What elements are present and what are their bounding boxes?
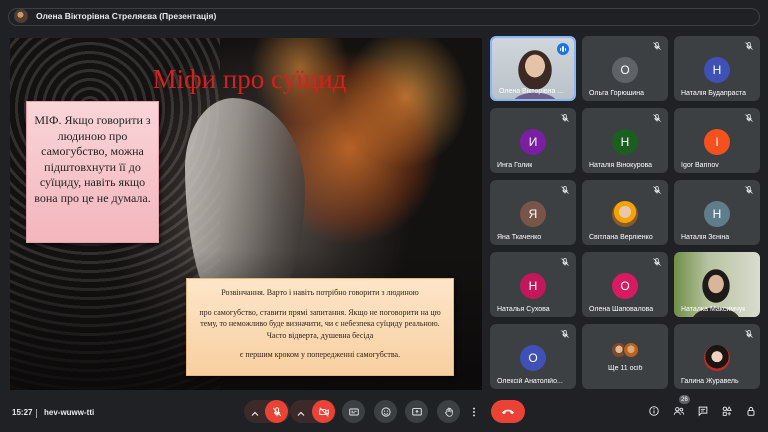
participant-tile[interactable]: Н Наталія Будапраста xyxy=(674,36,760,101)
people-button[interactable] xyxy=(671,403,687,419)
participant-name: Галина Журавель xyxy=(681,378,739,385)
mic-off-icon xyxy=(561,186,569,194)
participant-avatar: О xyxy=(612,57,638,83)
mic-off-icon xyxy=(561,258,569,266)
lock-icon xyxy=(747,407,755,416)
participant-name: Наталія Будапраста xyxy=(681,90,746,97)
mic-off-icon xyxy=(653,114,661,122)
more-vert-icon xyxy=(473,407,475,416)
participant-tile[interactable]: О Олена Шаповалова xyxy=(582,252,668,317)
captions-button[interactable] xyxy=(342,400,365,423)
participant-avatar: О xyxy=(612,273,638,299)
myth-textbox: МІФ. Якщо говорити з людиною про самогуб… xyxy=(26,101,159,243)
camera-toggle-button[interactable] xyxy=(312,400,335,423)
participant-tile[interactable]: Наталка Максимчук xyxy=(674,252,760,317)
people-icon xyxy=(673,407,685,415)
mic-toggle-button[interactable] xyxy=(265,400,288,423)
debunk-textbox: Розвінчання. Варто і навіть потрібно гов… xyxy=(186,278,454,376)
more-participants-label: Ще 11 осіб xyxy=(608,365,643,372)
participant-tile[interactable]: I Igor Barinov xyxy=(674,108,760,173)
more-participants-tile[interactable]: Ще 11 осіб xyxy=(582,324,668,389)
participant-tile[interactable]: Олена Вікторівна ... xyxy=(490,36,576,101)
captions-icon xyxy=(348,408,359,415)
time-separator xyxy=(36,409,37,418)
mic-off-icon xyxy=(745,186,753,194)
participant-tile[interactable]: О Олексій Анатолійо... xyxy=(490,324,576,389)
myth-text: МІФ. Якщо говорити з людиною про самогуб… xyxy=(34,113,151,205)
end-call-icon xyxy=(501,409,515,415)
raise-hand-button[interactable] xyxy=(437,400,460,423)
participant-avatar: I xyxy=(704,129,730,155)
host-controls-button[interactable] xyxy=(743,403,759,419)
participant-avatar: И xyxy=(520,129,546,155)
meeting-header: Олена Вікторівна Стреляєва (Презентація) xyxy=(0,0,768,32)
emoji-button[interactable] xyxy=(374,400,397,423)
meeting-code[interactable]: hev-wuww-tti xyxy=(44,408,94,417)
participant-avatar: О xyxy=(520,345,546,371)
participant-tile[interactable]: О Ольга Горюшина xyxy=(582,36,668,101)
participant-name: Наталія Зєніна xyxy=(681,234,730,241)
participant-name: Олена Шаповалова xyxy=(589,306,654,313)
participant-count-badge: 26 xyxy=(679,395,690,404)
mic-off-icon xyxy=(653,42,661,50)
meeting-time: 15:27 xyxy=(12,408,33,417)
participant-tile[interactable]: Н Наталья Сухова xyxy=(490,252,576,317)
chat-button[interactable] xyxy=(695,403,711,419)
participant-name: Наталья Сухова xyxy=(497,306,550,313)
participant-tile[interactable]: Світлана Верліенко xyxy=(582,180,668,245)
mic-off-icon xyxy=(272,406,281,416)
presenter-avatar xyxy=(14,9,28,23)
participant-tile[interactable]: Я Яна Ткаченко xyxy=(490,180,576,245)
mic-off-icon xyxy=(653,258,661,266)
participant-tile[interactable]: Н Наталія Зєніна xyxy=(674,180,760,245)
emoji-icon xyxy=(380,406,391,417)
participant-name: Світлана Верліенко xyxy=(589,234,653,241)
participant-avatar: Н xyxy=(704,57,730,83)
camera-options-chevron-icon[interactable] xyxy=(296,406,306,416)
mic-off-icon xyxy=(561,114,569,122)
presenter-title: Олена Вікторівна Стреляєва (Презентація) xyxy=(36,11,217,21)
participant-photo xyxy=(704,345,730,371)
mic-off-icon xyxy=(745,330,753,338)
participant-avatar: Н xyxy=(612,129,638,155)
participant-name: Яна Ткаченко xyxy=(497,234,542,241)
participant-name: Наталка Максимчук xyxy=(681,306,746,313)
activities-button[interactable] xyxy=(719,403,735,419)
participant-name: Олена Вікторівна ... xyxy=(499,88,564,95)
participant-tile[interactable]: Н Наталія Вінокурова xyxy=(582,108,668,173)
mic-off-icon xyxy=(745,42,753,50)
meeting-info-button[interactable] xyxy=(646,403,662,419)
mic-off-icon xyxy=(745,114,753,122)
raise-hand-icon xyxy=(444,407,453,417)
participant-avatar: Я xyxy=(520,201,546,227)
participant-name: Олексій Анатолійо... xyxy=(497,378,563,385)
slide-title: Міфи про суїцид xyxy=(152,64,347,94)
participant-tile[interactable]: Галина Журавель xyxy=(674,324,760,389)
participant-photo xyxy=(612,201,638,227)
debunk-paragraph-1: Розвінчання. Варто і навіть потрібно гов… xyxy=(221,288,419,297)
participant-tile[interactable]: И Инга Голик xyxy=(490,108,576,173)
info-icon xyxy=(649,406,659,416)
presentation-slide: Міфи про суїцид МІФ. Якщо говорити з люд… xyxy=(10,38,482,390)
present-button[interactable] xyxy=(405,400,428,423)
participant-avatar: Н xyxy=(520,273,546,299)
end-call-button[interactable] xyxy=(491,400,525,423)
mic-off-icon xyxy=(653,186,661,194)
mic-options-chevron-icon[interactable] xyxy=(250,406,260,416)
activities-icon xyxy=(722,406,732,416)
debunk-paragraph-2: про самогубство, ставити прямі запитання… xyxy=(199,307,441,340)
participant-name: Igor Barinov xyxy=(681,162,719,169)
participant-name: Инга Голик xyxy=(497,162,533,169)
more-options-button[interactable] xyxy=(468,400,480,423)
participant-name: Ольга Горюшина xyxy=(589,90,644,97)
mic-off-icon xyxy=(561,330,569,338)
chat-icon xyxy=(698,406,708,417)
participant-name: Наталія Вінокурова xyxy=(589,162,653,169)
present-icon xyxy=(411,407,422,415)
participant-avatar: Н xyxy=(704,201,730,227)
debunk-paragraph-3: є першим кроком у попередженні самогубст… xyxy=(239,350,401,359)
speaking-indicator-icon xyxy=(557,43,569,55)
camera-off-icon xyxy=(318,406,329,417)
more-participants-avatars xyxy=(611,342,641,358)
